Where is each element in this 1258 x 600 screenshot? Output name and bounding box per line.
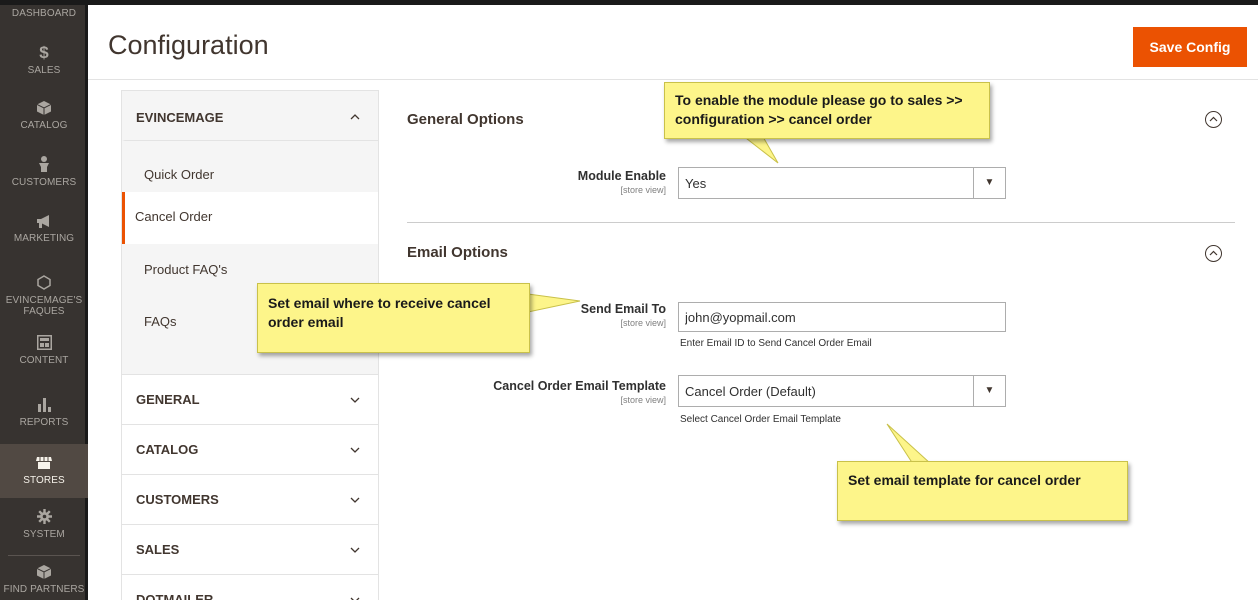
admin-sidebar: DASHBOARD $ SALES CATALOG CUSTOMERS MARK… — [0, 5, 88, 600]
page-title: Configuration — [108, 30, 269, 60]
callout-module: To enable the module please go to sales … — [664, 82, 990, 139]
chevron-down-icon — [350, 491, 360, 507]
chevron-up-icon — [350, 107, 360, 123]
tab-group-label: CUSTOMERS — [136, 492, 219, 507]
nav-label: CUSTOMERS — [11, 177, 77, 188]
nav-divider — [8, 555, 80, 556]
nav-label: MARKETING — [13, 233, 75, 244]
callout-pointer — [741, 135, 779, 164]
chevron-down-icon — [350, 391, 360, 407]
tab-group-label: DOTMAILER — [136, 592, 214, 600]
store-icon — [0, 456, 88, 473]
tab-cancel-order[interactable]: Cancel Order — [122, 192, 378, 244]
select-value: Yes — [685, 176, 707, 191]
tab-group-evincemage[interactable]: EVINCEMAGE — [121, 90, 379, 140]
collapse-email-icon[interactable] — [1205, 245, 1222, 262]
gear-icon — [0, 509, 88, 527]
dropdown-arrow-icon: ▼ — [973, 376, 1005, 406]
nav-customers[interactable]: CUSTOMERS — [0, 156, 88, 188]
chevron-down-icon — [350, 441, 360, 457]
template-note: Select Cancel Order Email Template — [680, 414, 841, 425]
nav-system[interactable]: SYSTEM — [0, 509, 88, 540]
tab-item-label: FAQs — [144, 314, 177, 329]
callout-pointer — [528, 293, 581, 313]
tab-item-label: Product FAQ's — [144, 262, 228, 277]
tab-group-label: CATALOG — [136, 442, 199, 457]
nav-label: EVINCEMAGE'S FAQUES — [5, 295, 83, 317]
callout-template: Set email template for cancel order — [837, 461, 1128, 521]
save-config-button[interactable]: Save Config — [1133, 27, 1247, 67]
megaphone-icon — [0, 214, 88, 231]
dollar-icon: $ — [39, 43, 49, 62]
template-select[interactable]: Cancel Order (Default) ▼ — [678, 375, 1006, 407]
nav-label: SALES — [27, 65, 61, 76]
nav-dashboard[interactable]: DASHBOARD — [0, 8, 88, 19]
tab-group-customers[interactable]: CUSTOMERS — [121, 474, 379, 524]
chevron-down-icon — [350, 541, 360, 557]
nav-label: STORES — [23, 475, 65, 486]
nav-label: DASHBOARD — [11, 8, 77, 19]
callout-pointer — [886, 423, 932, 464]
hexagon-icon — [0, 275, 88, 293]
person-icon — [0, 156, 88, 175]
nav-marketing[interactable]: MARKETING — [0, 214, 88, 244]
module-enable-scope: [store view] — [620, 185, 666, 195]
nav-stores[interactable]: STORES — [0, 444, 88, 498]
nav-sales[interactable]: $ SALES — [0, 43, 88, 76]
nav-label: FIND PARTNERS — [3, 584, 85, 595]
nav-reports[interactable]: REPORTS — [0, 397, 88, 428]
section-divider — [407, 222, 1235, 223]
dropdown-arrow-icon: ▼ — [973, 168, 1005, 198]
tab-group-label: EVINCEMAGE — [136, 110, 224, 125]
template-scope: [store view] — [620, 395, 666, 405]
nav-content[interactable]: CONTENT — [0, 335, 88, 366]
top-border — [0, 0, 1258, 5]
nav-label: REPORTS — [19, 417, 69, 428]
select-value: Cancel Order (Default) — [685, 384, 816, 399]
send-email-scope: [store view] — [620, 318, 666, 328]
general-options-title[interactable]: General Options — [407, 111, 524, 128]
tab-group-dotmailer[interactable]: DOTMAILER — [121, 574, 379, 600]
module-enable-label: Module Enable — [577, 169, 666, 183]
tab-group-label: SALES — [136, 542, 180, 557]
tab-group-catalog[interactable]: CATALOG — [121, 424, 379, 474]
callout-email: Set email where to receive cancel order … — [257, 283, 530, 353]
send-email-note: Enter Email ID to Send Cancel Order Emai… — [680, 338, 872, 349]
layout-icon — [0, 335, 88, 353]
nav-catalog[interactable]: CATALOG — [0, 101, 88, 131]
send-email-input[interactable] — [678, 302, 1006, 332]
nav-label: SYSTEM — [23, 529, 65, 540]
tab-group-general[interactable]: GENERAL — [121, 374, 379, 424]
partners-box-icon — [0, 565, 88, 582]
module-enable-select[interactable]: Yes ▼ — [678, 167, 1006, 199]
bar-chart-icon — [0, 397, 88, 415]
template-label: Cancel Order Email Template — [493, 379, 666, 393]
chevron-down-icon — [350, 591, 360, 600]
nav-label: CONTENT — [19, 355, 69, 366]
header-divider — [88, 79, 1258, 80]
tab-group-label: GENERAL — [136, 392, 200, 407]
tab-quick-order[interactable]: Quick Order — [122, 140, 378, 192]
tab-item-label: Quick Order — [144, 167, 215, 182]
collapse-general-icon[interactable] — [1205, 111, 1222, 128]
nav-find-partners[interactable]: FIND PARTNERS — [0, 565, 88, 595]
nav-label: CATALOG — [20, 120, 68, 131]
box-icon — [0, 101, 88, 118]
tab-item-label: Cancel Order — [135, 209, 213, 224]
nav-evincemage-faques[interactable]: EVINCEMAGE'S FAQUES — [0, 275, 88, 317]
tab-group-sales[interactable]: SALES — [121, 524, 379, 574]
email-options-title[interactable]: Email Options — [407, 244, 508, 261]
